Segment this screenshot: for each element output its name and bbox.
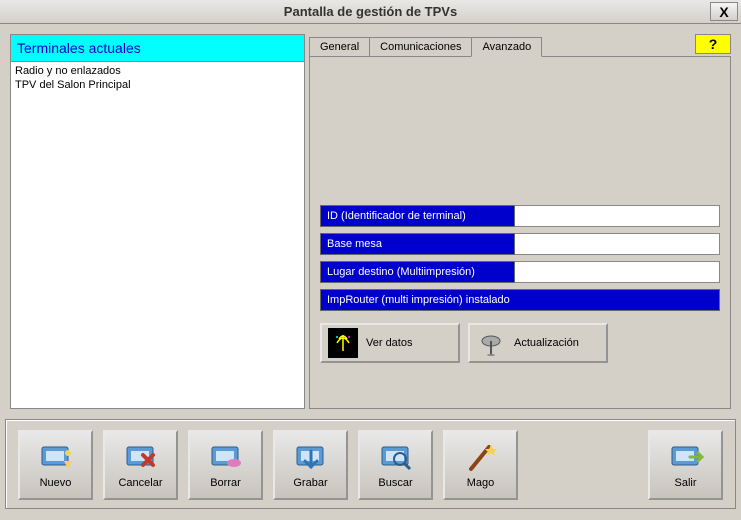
buscar-button[interactable]: Buscar [358,430,433,500]
cancelar-label: Cancelar [118,477,162,489]
actualizacion-label: Actualización [514,337,579,349]
borrar-label: Borrar [210,477,241,489]
input-base-mesa[interactable] [515,233,720,255]
satellite-icon [476,328,506,358]
list-item[interactable]: Radio y no enlazados [15,64,300,78]
tab-general[interactable]: General [309,37,370,57]
salir-button[interactable]: Salir [648,430,723,500]
help-button[interactable]: ? [695,34,731,54]
bottom-toolbar: Nuevo Cancelar Borrar Grabar Buscar Mago [5,419,736,509]
nuevo-label: Nuevo [40,477,72,489]
salir-icon [668,441,704,473]
actualizacion-button[interactable]: Actualización [468,323,608,363]
borrar-button[interactable]: Borrar [188,430,263,500]
label-id: ID (Identificador de terminal) [320,205,515,227]
antenna-icon [328,328,358,358]
tab-content-avanzado: ID (Identificador de terminal) Base mesa… [309,56,731,409]
list-item[interactable]: TPV del Salon Principal [15,78,300,92]
buscar-icon [378,441,414,473]
terminals-header: Terminales actuales [11,35,304,62]
buscar-label: Buscar [378,477,412,489]
grabar-button[interactable]: Grabar [273,430,348,500]
nuevo-icon [38,441,74,473]
input-lugar-destino[interactable] [515,261,720,283]
input-id[interactable] [515,205,720,227]
close-button[interactable]: X [710,2,738,21]
mago-label: Mago [467,477,495,489]
salir-label: Salir [674,477,696,489]
nuevo-button[interactable]: Nuevo [18,430,93,500]
cancelar-button[interactable]: Cancelar [103,430,178,500]
terminals-list[interactable]: Radio y no enlazados TPV del Salon Princ… [11,62,304,408]
mago-icon [463,441,499,473]
tab-comunicaciones[interactable]: Comunicaciones [369,37,472,57]
mago-button[interactable]: Mago [443,430,518,500]
window-title: Pantalla de gestión de TPVs [0,4,741,19]
label-improuter: ImpRouter (multi impresión) instalado [320,289,720,311]
label-base-mesa: Base mesa [320,233,515,255]
terminals-panel: Terminales actuales Radio y no enlazados… [10,34,305,409]
grabar-label: Grabar [293,477,327,489]
grabar-icon [293,441,329,473]
ver-datos-label: Ver datos [366,337,412,349]
cancelar-icon [123,441,159,473]
tab-avanzado[interactable]: Avanzado [471,37,542,57]
ver-datos-button[interactable]: Ver datos [320,323,460,363]
borrar-icon [208,441,244,473]
label-lugar-destino: Lugar destino (Multiimpresión) [320,261,515,283]
